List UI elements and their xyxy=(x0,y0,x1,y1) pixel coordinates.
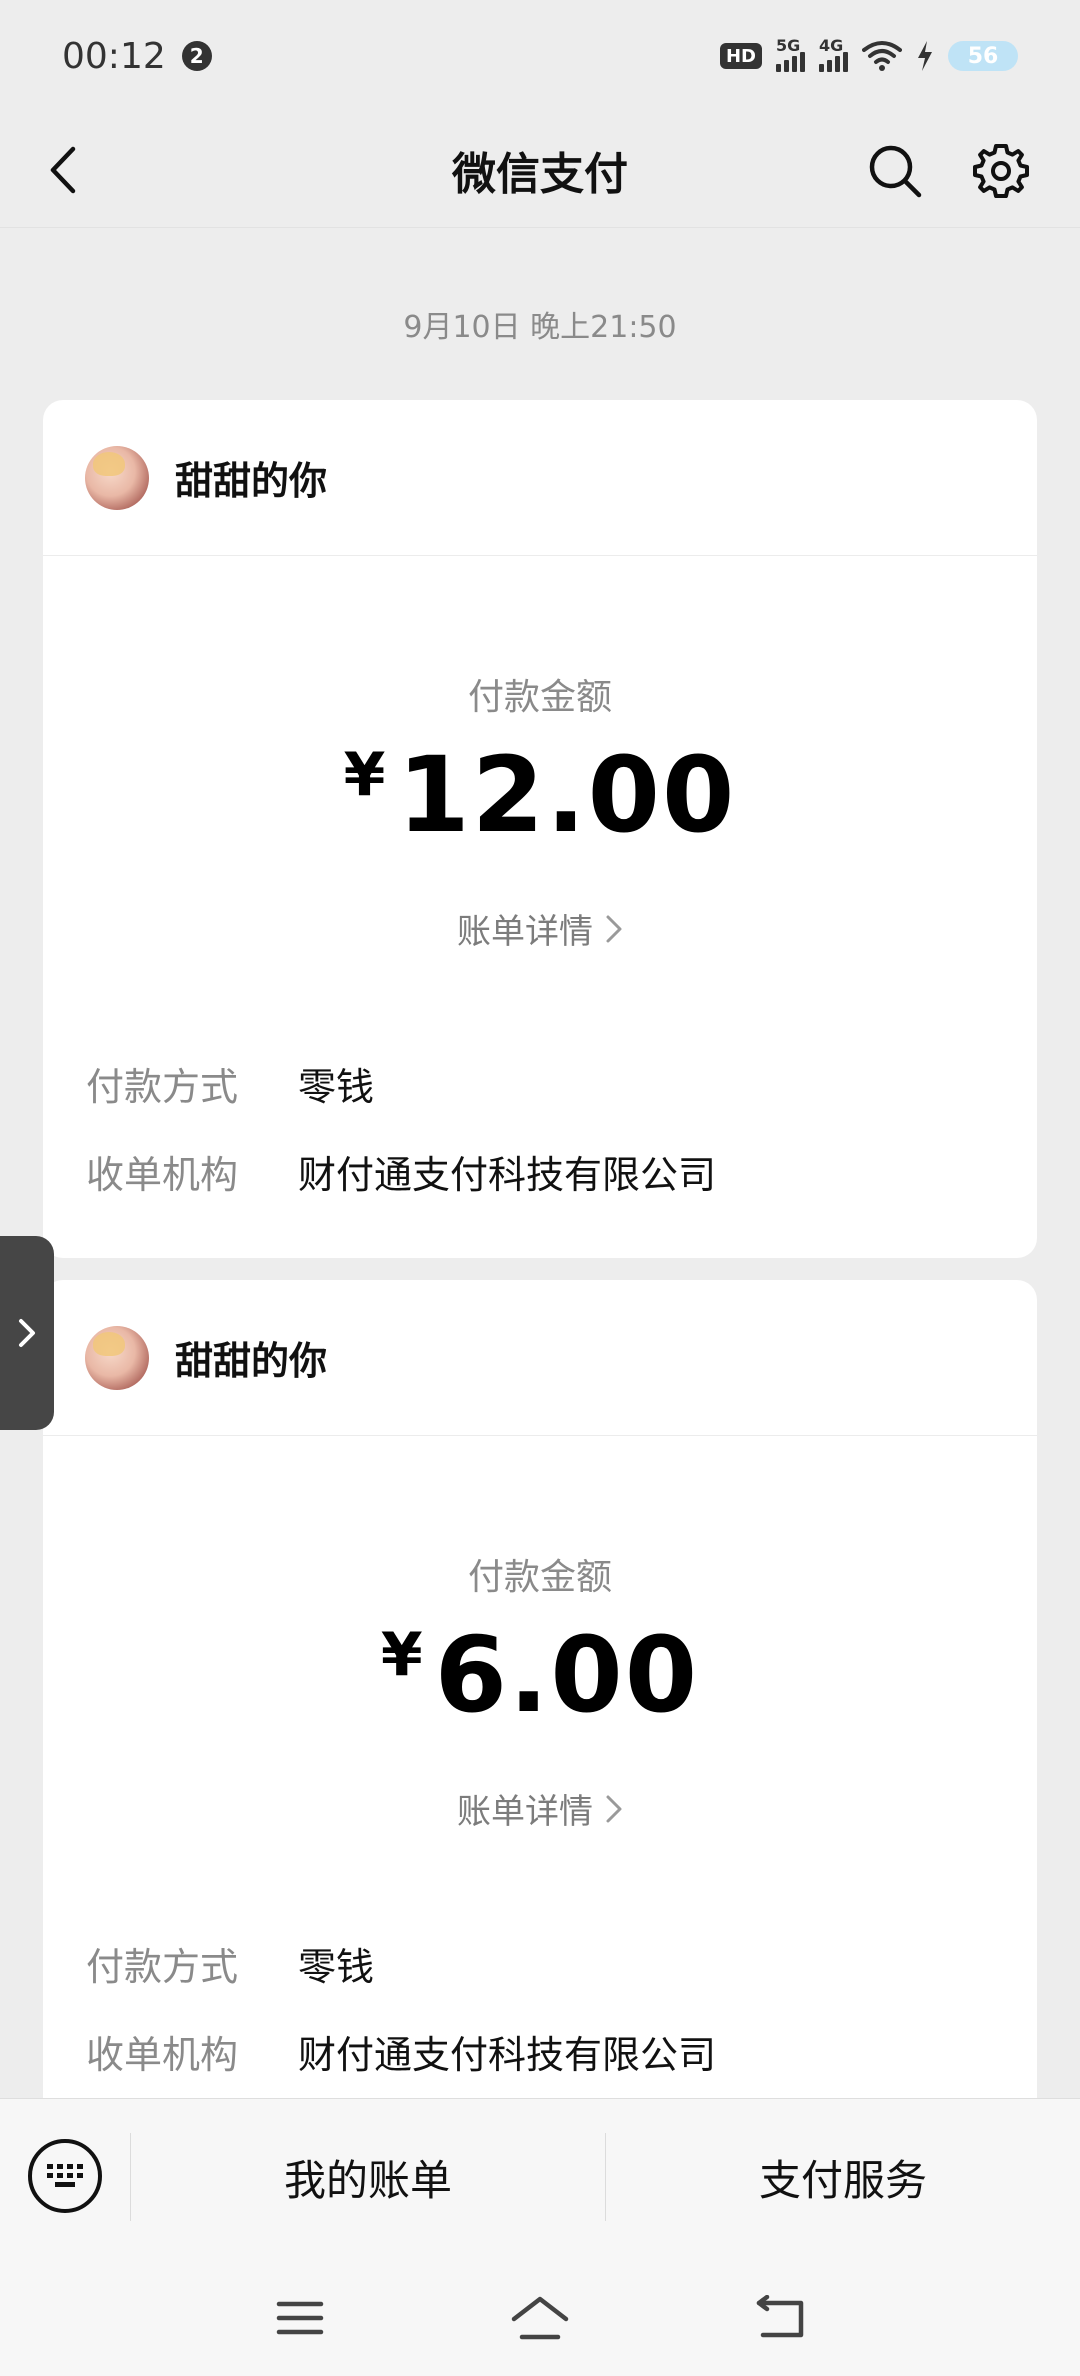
my-bills-button[interactable]: 我的账单 xyxy=(131,2133,605,2221)
amount-value: 6.00 xyxy=(434,1614,700,1736)
search-icon xyxy=(869,145,922,198)
currency-symbol: ¥ xyxy=(380,1620,423,1690)
keyboard-toggle-button[interactable] xyxy=(28,2139,102,2213)
signal-5g-icon: 5G xyxy=(776,36,805,72)
signal-5g-label: 5G xyxy=(776,36,801,55)
acquirer-key: 收单机构 xyxy=(86,1153,239,1197)
wifi-icon xyxy=(862,41,902,71)
payment-card: 甜甜的你 付款金额 ¥6.00 账单详情 付款方式 零钱 收单机构 财付通支付科… xyxy=(43,1280,1037,2140)
amount-label: 付款金额 xyxy=(467,677,612,718)
chevron-right-icon xyxy=(19,1319,35,1347)
amount-value: 12.00 xyxy=(397,734,737,856)
chevron-left-icon xyxy=(50,146,76,194)
charging-icon xyxy=(918,41,932,71)
menu-icon xyxy=(276,2301,324,2335)
transaction-date: 9月10日 晚上21:50 xyxy=(403,310,677,345)
settings-button[interactable] xyxy=(966,136,1036,206)
bill-detail-label: 账单详情 xyxy=(457,912,593,952)
payment-method-value: 零钱 xyxy=(298,1945,375,1989)
merchant-avatar xyxy=(85,1325,149,1390)
keyboard-icon xyxy=(47,2164,83,2187)
currency-symbol: ¥ xyxy=(343,740,386,810)
payment-method-row: 付款方式 零钱 xyxy=(86,1056,374,1111)
system-menu-button[interactable] xyxy=(265,2288,335,2348)
merchant-name: 甜甜的你 xyxy=(175,459,328,503)
signal-4g-icon: 4G xyxy=(819,36,848,72)
search-button[interactable] xyxy=(860,136,930,206)
payment-method-key: 付款方式 xyxy=(86,1945,239,1989)
pay-services-button[interactable]: 支付服务 xyxy=(606,2133,1080,2221)
signal-4g-label: 4G xyxy=(819,36,844,55)
merchant-header[interactable]: 甜甜的你 xyxy=(43,1280,1037,1436)
payment-method-value: 零钱 xyxy=(298,1065,375,1109)
notification-count-badge: 2 xyxy=(181,41,212,71)
merchant-avatar xyxy=(85,445,149,510)
payment-method-key: 付款方式 xyxy=(86,1065,239,1109)
bottom-menu-bar: 我的账单 支付服务 xyxy=(0,2098,1080,2258)
system-back-button[interactable] xyxy=(745,2288,815,2348)
acquirer-value: 财付通支付科技有限公司 xyxy=(298,2033,717,2077)
gear-icon xyxy=(973,144,1029,198)
chevron-right-icon xyxy=(606,915,622,942)
payment-method-row: 付款方式 零钱 xyxy=(86,1936,374,1991)
status-bar: 00:12 2 HD 5G 4G 56 xyxy=(0,0,1080,112)
back-arrow-icon xyxy=(756,2295,804,2338)
status-right: HD 5G 4G 56 xyxy=(719,36,1018,72)
system-nav-bar xyxy=(0,2258,1080,2376)
acquirer-row: 收单机构 财付通支付科技有限公司 xyxy=(86,1144,716,1199)
home-icon xyxy=(511,2296,569,2340)
payment-amount: ¥12.00 xyxy=(43,734,1037,856)
bill-detail-label: 账单详情 xyxy=(457,1792,593,1832)
acquirer-value: 财付通支付科技有限公司 xyxy=(298,1153,717,1197)
side-drawer-handle[interactable] xyxy=(0,1236,54,1430)
acquirer-key: 收单机构 xyxy=(86,2033,239,2077)
status-time: 00:12 xyxy=(62,35,166,77)
battery-level: 56 xyxy=(948,41,1018,71)
hd-voice-icon: HD xyxy=(719,43,762,69)
nav-bar: 微信支付 xyxy=(0,112,1080,228)
payment-card: 甜甜的你 付款金额 ¥12.00 账单详情 付款方式 零钱 收单机构 财付通支付… xyxy=(43,400,1037,1258)
acquirer-row: 收单机构 财付通支付科技有限公司 xyxy=(86,2024,716,2079)
merchant-header[interactable]: 甜甜的你 xyxy=(43,400,1037,556)
merchant-name: 甜甜的你 xyxy=(175,1339,328,1383)
bill-detail-link[interactable]: 账单详情 xyxy=(43,1784,1037,1833)
system-home-button[interactable] xyxy=(505,2288,575,2348)
amount-label: 付款金额 xyxy=(467,1557,612,1598)
back-button[interactable] xyxy=(30,138,94,202)
payment-amount: ¥6.00 xyxy=(43,1614,1037,1736)
status-left: 00:12 2 xyxy=(62,36,212,77)
bill-detail-link[interactable]: 账单详情 xyxy=(43,904,1037,953)
chevron-right-icon xyxy=(606,1795,622,1822)
